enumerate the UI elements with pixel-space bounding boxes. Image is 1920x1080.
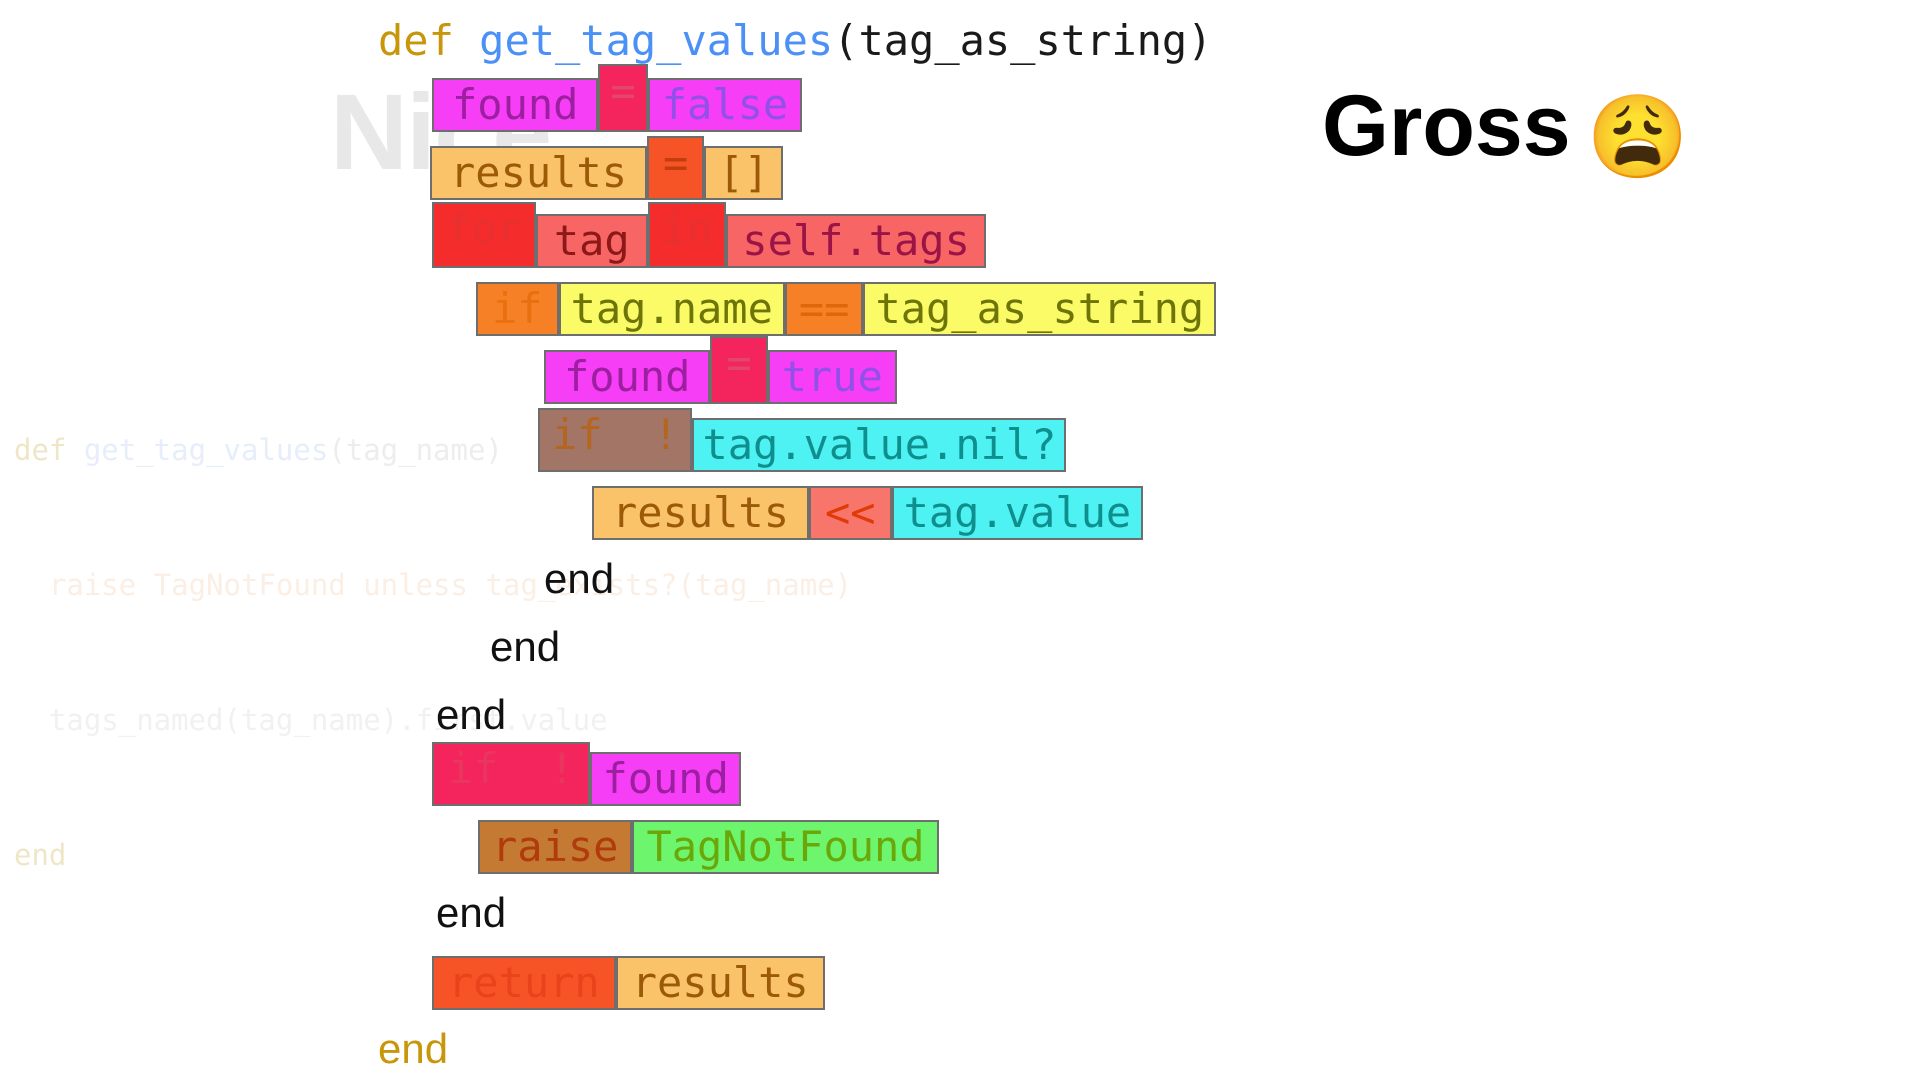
line-results-push: results << tag.value <box>592 486 1144 540</box>
line-raise: raise TagNotFound <box>478 820 939 874</box>
code-token-literal: true <box>767 350 897 404</box>
code-token-var: results <box>592 486 810 540</box>
code-token-var: results <box>615 956 825 1010</box>
ghost-method-chain: tags_named(tag_name).first.value <box>48 703 608 737</box>
weary-face-icon: 😩 <box>1586 92 1689 183</box>
code-token-keyword: if <box>476 282 559 336</box>
code-token-expr: tag.value.nil? <box>692 418 1067 472</box>
ghost-end-keyword: end <box>14 838 67 872</box>
not-operator: ! <box>653 410 679 459</box>
line-end-1: end <box>544 554 614 608</box>
end-keyword: end <box>378 1025 449 1072</box>
line-for-tag-in: for tag in self.tags <box>432 202 986 268</box>
ghost-keyword: def <box>14 433 84 467</box>
code-token-literal: false <box>647 78 803 132</box>
ghost-params: (tag_name) <box>328 433 503 467</box>
line-results-empty: results =[] <box>430 136 783 200</box>
line-end-3: end <box>436 690 506 744</box>
line-if-not-found: if ! found <box>432 742 741 806</box>
code-token-keyword: in <box>647 202 727 268</box>
line-end-4: end <box>436 888 506 942</box>
code-token-op: = <box>710 336 768 404</box>
ghost-call: tag_exists?(tag_name) <box>485 568 853 602</box>
line-end-final: end <box>378 1024 448 1078</box>
slide-canvas: Nice def get_tag_values(tag_name) raise … <box>0 0 1920 1080</box>
function-parameters: (tag_as_string) <box>833 16 1213 65</box>
line-return: return results <box>432 956 825 1010</box>
code-token-op: << <box>809 486 892 540</box>
code-token-var: results <box>430 146 648 200</box>
ghost-unless-keyword: unless <box>345 568 486 602</box>
code-token-expr: tag.value <box>891 486 1144 540</box>
annotation-gross: Gross 😩 <box>1322 78 1689 186</box>
code-token-keyword: if ! <box>538 408 693 472</box>
end-keyword: end <box>544 555 615 602</box>
code-token-var: found <box>432 78 599 132</box>
end-keyword: end <box>436 889 507 936</box>
ghost-constant: TagNotFound <box>153 568 346 602</box>
ghost-code-line: raise TagNotFound unless tag_exists?(tag… <box>14 563 852 608</box>
code-token-var: found <box>590 752 741 806</box>
code-token-keyword: for <box>432 202 536 268</box>
code-token-literal: [] <box>704 146 783 200</box>
ghost-function-name: get_tag_values <box>83 433 329 467</box>
ghost-indent <box>14 703 49 737</box>
function-name: get_tag_values <box>479 16 834 65</box>
line-found-true: found = true <box>544 336 897 404</box>
code-token-keyword: if ! <box>432 742 591 806</box>
line-end-2: end <box>490 622 560 676</box>
ghost-indent <box>14 568 49 602</box>
code-token-var: found <box>544 350 711 404</box>
ghost-code-line: tags_named(tag_name).first.value <box>14 698 852 743</box>
not-operator: ! <box>549 744 575 793</box>
code-token-op: = <box>598 64 648 132</box>
code-token-expr: self.tags <box>726 214 986 268</box>
end-keyword: end <box>436 691 507 738</box>
sig-space <box>454 18 479 72</box>
code-token-const: TagNotFound <box>632 820 939 874</box>
ghost-raise-keyword: raise <box>48 568 154 602</box>
line-if-tagname-eq: if tag.name == tag_as_string <box>476 282 1217 336</box>
def-keyword: def <box>378 16 454 65</box>
if-keyword: if <box>448 744 499 793</box>
code-token-op: == <box>784 282 864 336</box>
line-if-not-nil: if ! tag.value.nil? <box>538 408 1067 472</box>
code-token-expr: tag.name <box>558 282 785 336</box>
if-keyword: if <box>552 410 603 459</box>
end-keyword: end <box>490 623 561 670</box>
code-token-var: tag <box>535 214 648 268</box>
function-signature-line: def get_tag_values(tag_as_string) <box>378 18 1212 72</box>
line-found-false: found = false <box>432 64 803 132</box>
code-token-keyword: return <box>432 956 616 1010</box>
code-token-op: = <box>647 136 705 200</box>
code-token-keyword: raise <box>478 820 633 874</box>
code-token-var: tag_as_string <box>863 282 1217 336</box>
annotation-label: Gross <box>1322 78 1571 174</box>
